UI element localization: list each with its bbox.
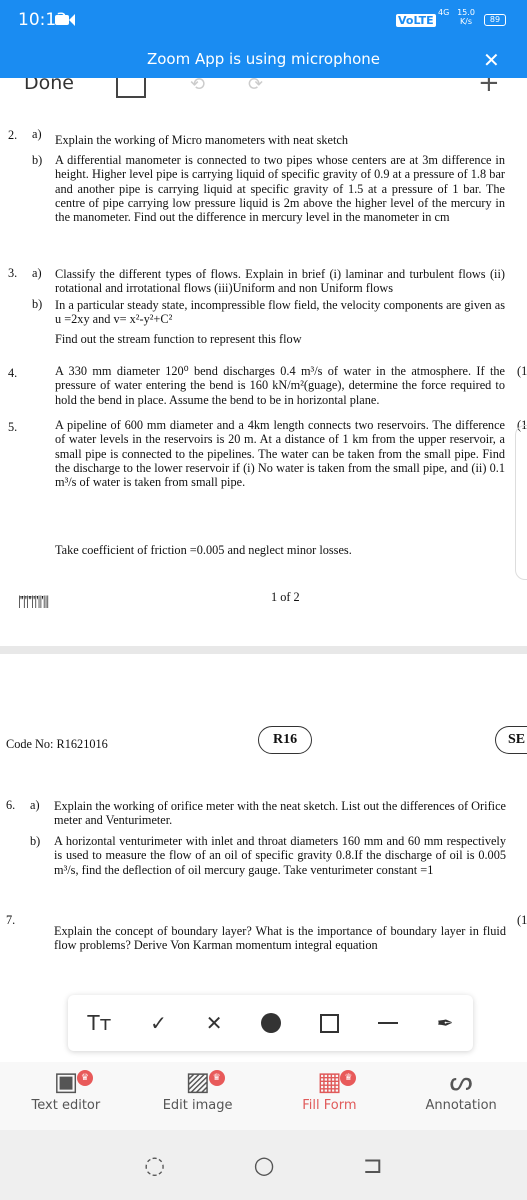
- line-icon[interactable]: [377, 1022, 398, 1024]
- volte-indicator: VoLTE: [396, 14, 436, 27]
- tool-text-editor[interactable]: ▣ ♛ Text editor: [1, 1062, 131, 1130]
- marks: (1: [517, 913, 527, 927]
- video-camera-icon: [55, 15, 69, 25]
- status-bar: 10:13 VoLTE 4G 15.0 K/s 89 Zoom App is u…: [0, 0, 527, 78]
- tool-label: Edit image: [162, 1098, 233, 1113]
- back-icon[interactable]: ⊐: [363, 1151, 383, 1179]
- part-label: b): [32, 153, 43, 167]
- question-4: A 330 mm diameter 120⁰ bend discharges 0…: [55, 364, 505, 407]
- edit-image-icon: ▨: [185, 1067, 210, 1097]
- annotation-squiggle-icon: ᔕ: [449, 1067, 473, 1097]
- part-label: a): [32, 127, 42, 141]
- question-2b: A differential manometer is connected to…: [55, 153, 505, 225]
- question-2a: Explain the working of Micro manometers …: [55, 133, 348, 147]
- marks: (1: [517, 364, 527, 378]
- bottom-tools: ▣ ♛ Text editor ▨ ♛ Edit image ▦ ♛ Fill Form ᔕ…: [0, 1062, 527, 1130]
- system-nav-bar: ◌ ○ ⊐: [0, 1130, 527, 1200]
- tool-label: Fill Form: [302, 1098, 357, 1113]
- scroll-handle[interactable]: [515, 425, 527, 580]
- cross-icon[interactable]: ✕: [206, 1011, 223, 1035]
- tool-annotation[interactable]: ᔕ Annotation: [396, 1062, 526, 1130]
- part-label: b): [30, 834, 41, 848]
- part-label: a): [30, 798, 40, 812]
- part-label: b): [32, 297, 43, 311]
- question-number: 5.: [8, 420, 18, 434]
- barcode: |''|'|''|'|'||'|||: [18, 594, 49, 609]
- question-5: A pipeline of 600 mm diameter and a 4km …: [55, 418, 505, 490]
- page-separator: [0, 646, 527, 654]
- question-number: 2.: [8, 128, 18, 142]
- set-badge: SE: [495, 726, 527, 754]
- question-number: 3.: [8, 266, 18, 280]
- battery-icon: 89: [484, 14, 506, 26]
- annotation-palette: Tт ✓ ✕ ✒: [68, 995, 473, 1051]
- mic-banner-text[interactable]: Zoom App is using microphone: [0, 50, 527, 68]
- network-speed: 15.0 K/s: [457, 8, 475, 26]
- rectangle-icon[interactable]: [320, 1013, 340, 1033]
- regulation-badge: R16: [258, 726, 313, 754]
- page-number: 1 of 2: [271, 590, 300, 604]
- premium-crown-icon: ♛: [76, 1070, 93, 1086]
- text-size-icon[interactable]: Tт: [87, 1011, 111, 1035]
- part-label: a): [32, 266, 42, 280]
- editor-toolbar: Done ⟲ ⟳ +: [0, 68, 527, 108]
- question-7: Explain the concept of boundary layer? W…: [54, 924, 506, 953]
- question-number: 4.: [8, 366, 18, 380]
- close-icon[interactable]: ✕: [483, 48, 500, 72]
- question-number: 6.: [6, 798, 16, 812]
- question-6a: Explain the working of orifice meter wit…: [54, 799, 506, 828]
- code-number: Code No: R1621016: [6, 737, 108, 751]
- question-6b: A horizontal venturimeter with inlet and…: [54, 834, 506, 877]
- question-5-note: Take coefficient of friction =0.005 and …: [55, 543, 352, 557]
- question-3b-task: Find out the stream function to represen…: [55, 332, 302, 346]
- network-type: 4G: [438, 8, 450, 17]
- fill-form-icon: ▦: [317, 1067, 342, 1097]
- pen-icon[interactable]: ✒: [437, 1011, 454, 1035]
- check-icon[interactable]: ✓: [150, 1011, 167, 1035]
- question-3a: Classify the different types of flows. E…: [55, 267, 505, 296]
- video-camera-lens-icon: [69, 14, 75, 26]
- recents-icon[interactable]: ◌: [144, 1151, 165, 1179]
- text-editor-icon: ▣: [53, 1067, 79, 1097]
- tool-fill-form[interactable]: ▦ ♛ Fill Form: [264, 1062, 394, 1130]
- question-number: 7.: [6, 913, 16, 927]
- home-icon[interactable]: ○: [253, 1151, 274, 1179]
- dot-icon[interactable]: [261, 1013, 282, 1033]
- tool-label: Annotation: [425, 1098, 497, 1113]
- question-3b: In a particular steady state, incompress…: [55, 298, 505, 327]
- page-icon[interactable]: [116, 78, 146, 98]
- premium-crown-icon: ♛: [208, 1070, 225, 1086]
- tool-label: Text editor: [31, 1098, 101, 1113]
- tool-edit-image[interactable]: ▨ ♛ Edit image: [133, 1062, 263, 1130]
